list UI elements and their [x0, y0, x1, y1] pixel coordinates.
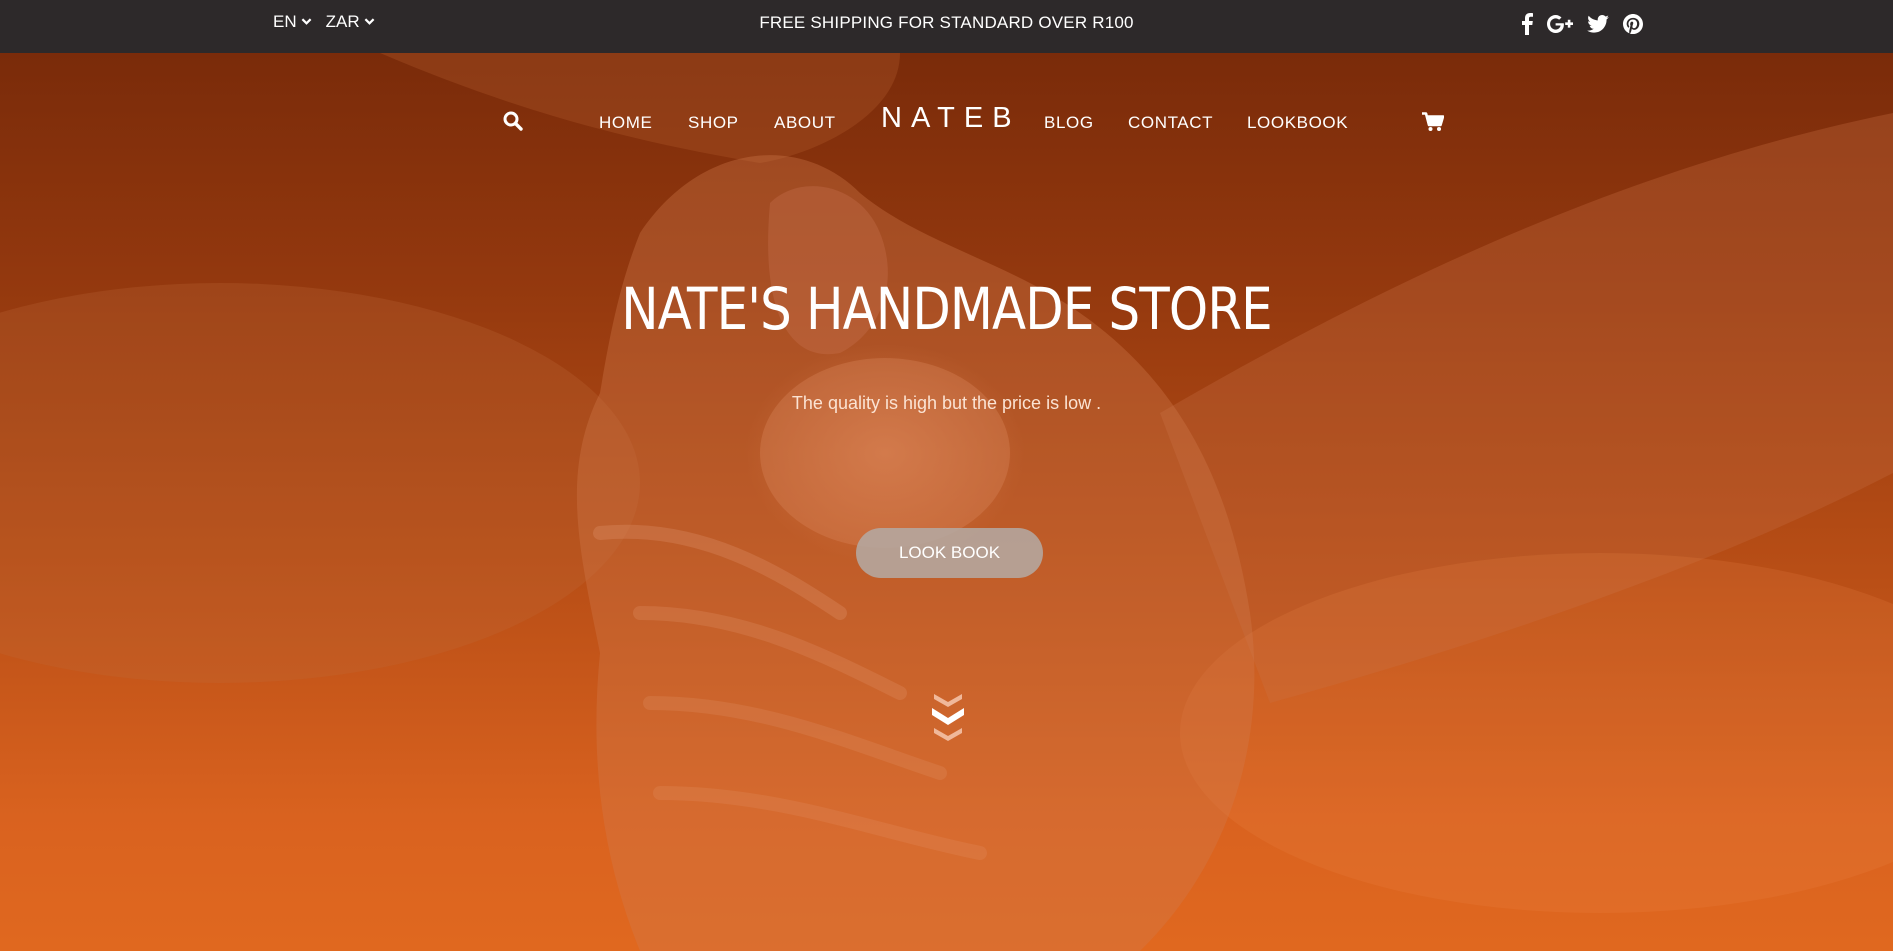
chevron-double-down-icon[interactable] — [929, 690, 967, 751]
pinterest-icon[interactable] — [1623, 14, 1643, 34]
nav-item-home[interactable]: HOME — [599, 113, 652, 133]
social-links — [1522, 13, 1643, 35]
look-book-button[interactable]: LOOK BOOK — [856, 528, 1043, 578]
facebook-icon[interactable] — [1522, 13, 1533, 35]
main-navigation: HOME SHOP ABOUT NATEB BLOG CONTACT LOOKB… — [0, 53, 1893, 193]
twitter-icon[interactable] — [1587, 15, 1609, 33]
hero-title: NATE'S HANDMADE STORE — [621, 275, 1272, 343]
nav-item-shop[interactable]: SHOP — [688, 113, 739, 133]
google-plus-icon[interactable] — [1547, 15, 1573, 33]
nav-item-about[interactable]: ABOUT — [774, 113, 836, 133]
site-logo[interactable]: NATEB — [881, 102, 1021, 135]
nav-item-blog[interactable]: BLOG — [1044, 113, 1094, 133]
hero-banner: HOME SHOP ABOUT NATEB BLOG CONTACT LOOKB… — [0, 53, 1893, 951]
nav-item-lookbook[interactable]: LOOKBOOK — [1247, 113, 1348, 133]
top-bar: EN ZAR FREE SHIPPING FOR STANDARD OVER R… — [0, 0, 1893, 53]
cart-icon[interactable] — [1422, 112, 1445, 137]
hero-subtitle: The quality is high but the price is low… — [791, 393, 1102, 413]
search-icon[interactable] — [503, 111, 523, 136]
nav-item-contact[interactable]: CONTACT — [1128, 113, 1213, 133]
